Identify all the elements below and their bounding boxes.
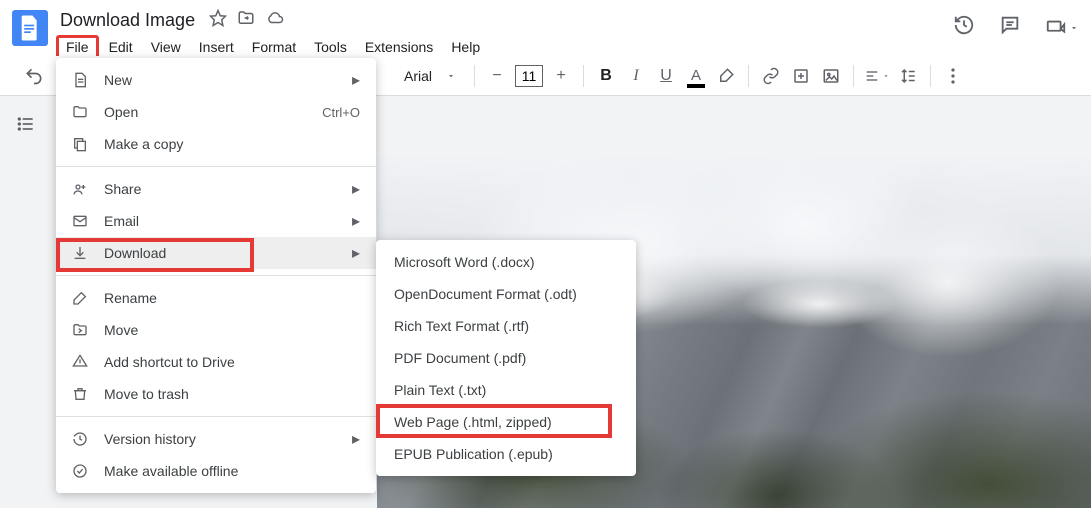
menu-share[interactable]: Share ▸ [56, 173, 376, 205]
history-icon[interactable] [953, 14, 975, 41]
decrease-font-icon[interactable]: − [485, 62, 509, 90]
drive-shortcut-icon [70, 354, 90, 370]
bold-icon[interactable]: B [594, 62, 618, 90]
move-to-folder-icon[interactable] [237, 9, 255, 32]
text-color-icon[interactable]: A [684, 62, 708, 90]
menu-divider [56, 275, 376, 276]
menu-new[interactable]: New ▸ [56, 64, 376, 96]
download-docx[interactable]: Microsoft Word (.docx) [376, 246, 636, 278]
increase-font-icon[interactable]: + [549, 62, 573, 90]
undo-icon[interactable] [22, 62, 46, 90]
font-size-input[interactable] [515, 65, 543, 87]
chevron-right-icon: ▸ [352, 179, 360, 199]
doc-title[interactable]: Download Image [56, 8, 199, 33]
download-epub[interactable]: EPUB Publication (.epub) [376, 438, 636, 470]
comments-icon[interactable] [999, 14, 1021, 41]
font-family-select[interactable]: Arial [396, 68, 464, 84]
menu-download[interactable]: Download ▸ [56, 237, 376, 269]
menu-rename[interactable]: Rename [56, 282, 376, 314]
copy-icon [70, 136, 90, 152]
menu-make-copy[interactable]: Make a copy [56, 128, 376, 160]
chevron-right-icon: ▸ [352, 429, 360, 449]
menu-divider [56, 166, 376, 167]
header: Download Image File Edit View Insert For… [0, 0, 1091, 56]
download-html[interactable]: Web Page (.html, zipped) [376, 406, 636, 438]
menu-open[interactable]: Open Ctrl+O [56, 96, 376, 128]
menu-email[interactable]: Email ▸ [56, 205, 376, 237]
download-pdf[interactable]: PDF Document (.pdf) [376, 342, 636, 374]
share-icon [70, 181, 90, 197]
present-icon[interactable] [1045, 17, 1079, 39]
italic-icon[interactable]: I [624, 62, 648, 90]
header-right [953, 14, 1079, 41]
insert-image-icon[interactable] [819, 62, 843, 90]
star-icon[interactable] [209, 9, 227, 32]
font-family-value: Arial [404, 68, 432, 84]
move-icon [70, 322, 90, 338]
menu-trash[interactable]: Move to trash [56, 378, 376, 410]
download-rtf[interactable]: Rich Text Format (.rtf) [376, 310, 636, 342]
menu-version-history[interactable]: Version history ▸ [56, 423, 376, 455]
menu-add-shortcut[interactable]: Add shortcut to Drive [56, 346, 376, 378]
align-icon[interactable] [864, 62, 890, 90]
rename-icon [70, 290, 90, 306]
history-icon [70, 431, 90, 447]
shortcut-label: Ctrl+O [322, 105, 360, 120]
outline-icon[interactable] [16, 114, 36, 139]
left-sidebar [0, 96, 52, 508]
trash-icon [70, 386, 90, 402]
insert-link-icon[interactable] [759, 62, 783, 90]
new-doc-icon [70, 72, 90, 88]
offline-icon [70, 463, 90, 479]
menu-offline[interactable]: Make available offline [56, 455, 376, 487]
download-odt[interactable]: OpenDocument Format (.odt) [376, 278, 636, 310]
menu-divider [56, 416, 376, 417]
download-icon [70, 245, 90, 261]
line-spacing-icon[interactable] [896, 62, 920, 90]
menu-move[interactable]: Move [56, 314, 376, 346]
docs-logo[interactable] [12, 10, 48, 46]
file-menu-dropdown: New ▸ Open Ctrl+O Make a copy Share ▸ Em… [56, 58, 376, 493]
chevron-right-icon: ▸ [352, 70, 360, 90]
more-icon[interactable] [941, 62, 965, 90]
download-submenu: Microsoft Word (.docx) OpenDocument Form… [376, 240, 636, 476]
highlight-icon[interactable] [714, 62, 738, 90]
email-icon [70, 213, 90, 229]
cloud-status-icon[interactable] [265, 9, 285, 32]
download-txt[interactable]: Plain Text (.txt) [376, 374, 636, 406]
chevron-right-icon: ▸ [352, 243, 360, 263]
chevron-right-icon: ▸ [352, 211, 360, 231]
add-comment-icon[interactable] [789, 62, 813, 90]
doc-meta: Download Image File Edit View Insert For… [56, 8, 953, 59]
folder-icon [70, 104, 90, 120]
underline-icon[interactable]: U [654, 62, 678, 90]
